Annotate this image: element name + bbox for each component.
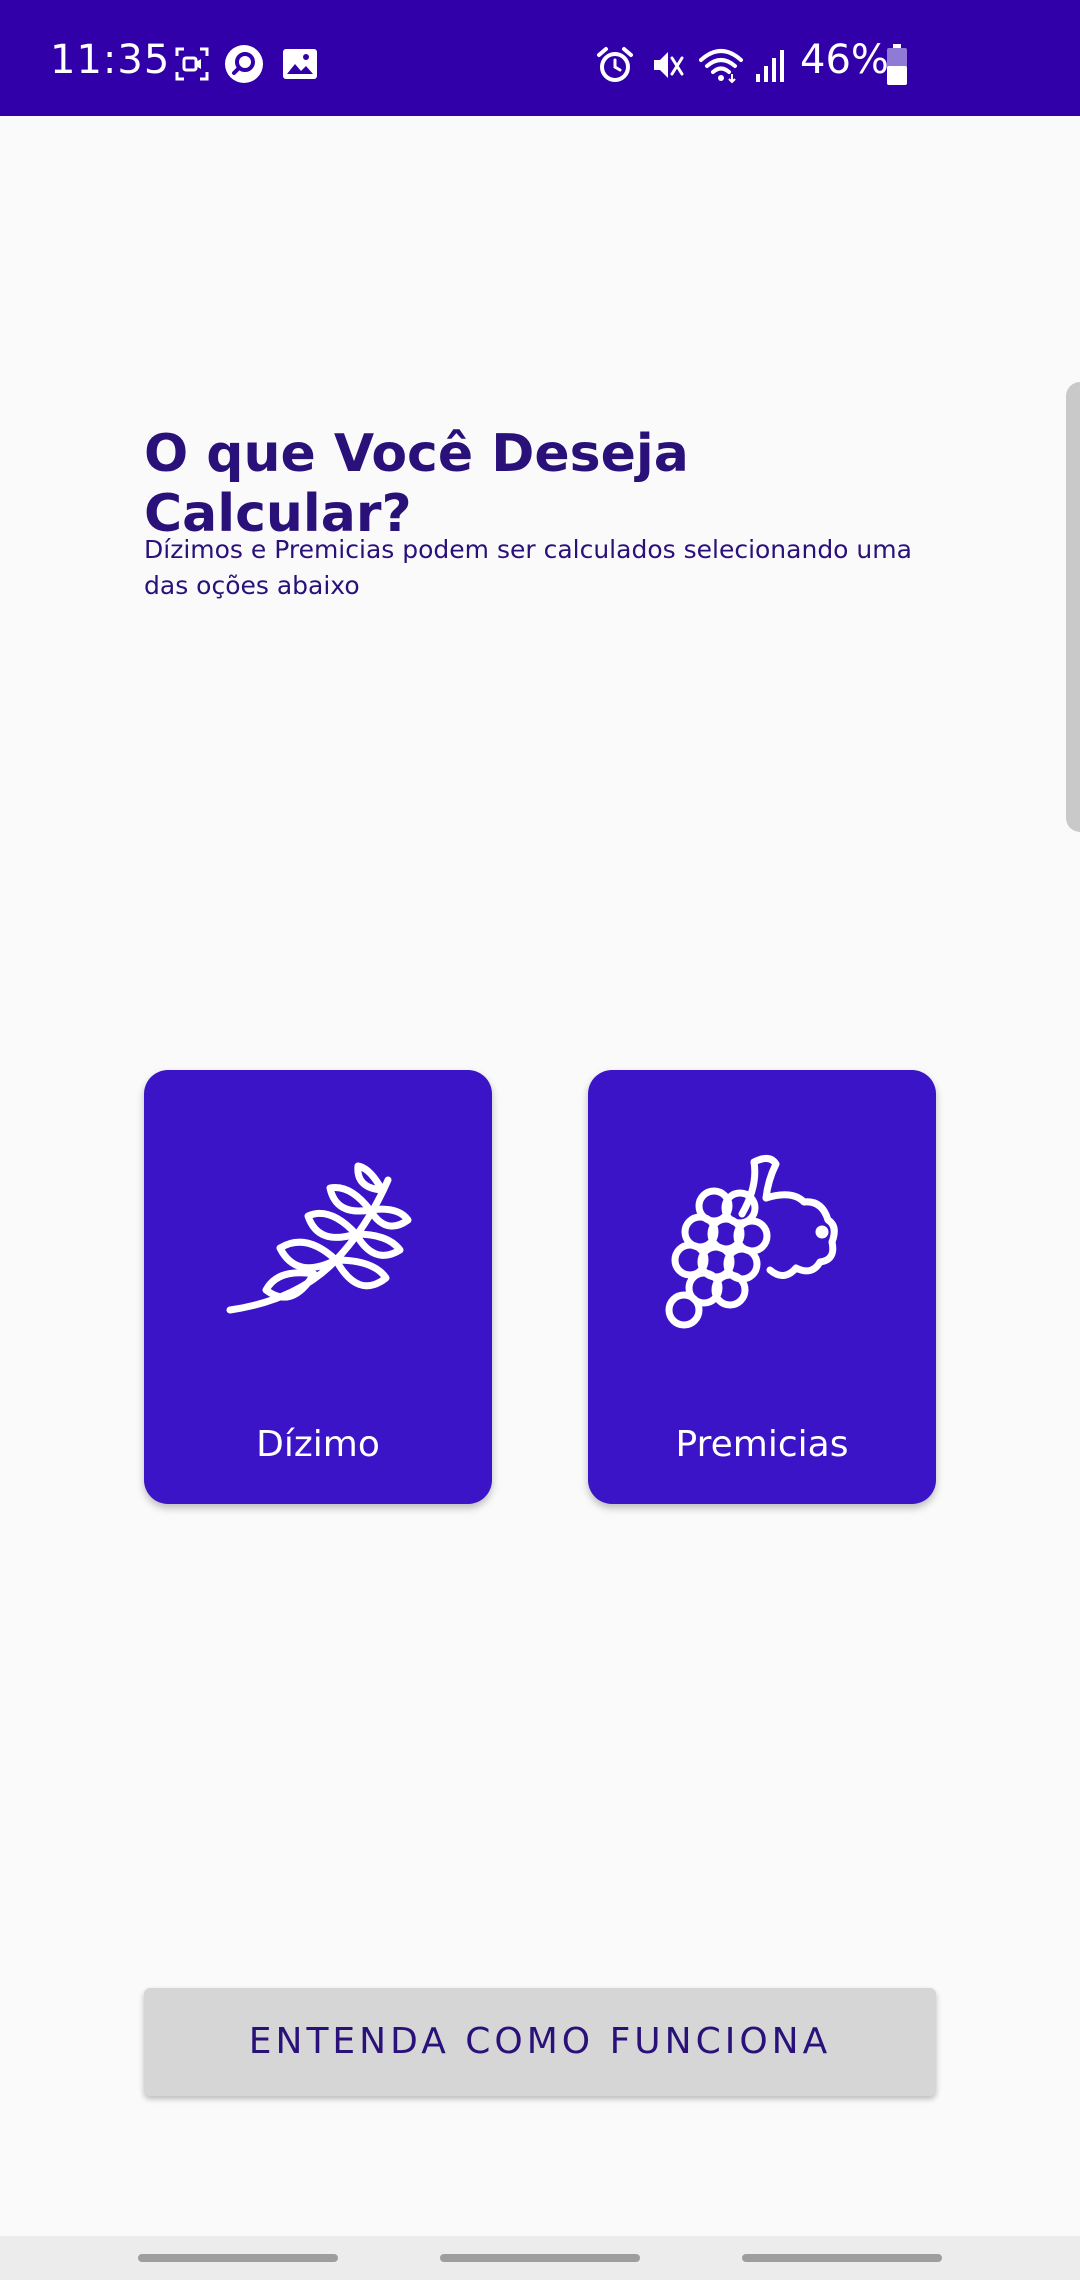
- dizimo-option-label: Dízimo: [256, 1424, 380, 1465]
- nav-home-handle[interactable]: [440, 2254, 640, 2262]
- premicias-option-card[interactable]: Premicias: [588, 1070, 936, 1504]
- page-subtitle: Dízimos e Premicias podem ser calculados…: [144, 535, 912, 600]
- nav-back-handle[interactable]: [742, 2254, 942, 2262]
- screen-record-icon: [175, 47, 209, 81]
- status-time: 11:35: [50, 37, 171, 83]
- mute-icon: [654, 52, 684, 78]
- battery-percent: 46%: [800, 37, 889, 83]
- signal-icon: [756, 50, 784, 82]
- wheat-icon: [226, 1162, 412, 1314]
- page-title: O que Você Deseja Calcular?: [144, 424, 689, 544]
- battery-icon: [887, 44, 907, 85]
- grapes-icon: [665, 1155, 838, 1329]
- alarm-icon: [597, 47, 633, 82]
- nav-recents-handle[interactable]: [138, 2254, 338, 2262]
- wifi-icon: [699, 49, 743, 84]
- scroll-handle[interactable]: [1066, 382, 1080, 832]
- gallery-icon: [283, 49, 317, 79]
- premicias-option-label: Premicias: [675, 1424, 849, 1465]
- status-bar: 11:35 46%: [0, 0, 1080, 116]
- how-it-works-button[interactable]: ENTENDA COMO FUNCIONA: [144, 1988, 936, 2096]
- dizimo-option-card[interactable]: Dízimo: [144, 1070, 492, 1504]
- navigation-bar: [0, 2236, 1080, 2280]
- search-app-icon: [225, 45, 263, 83]
